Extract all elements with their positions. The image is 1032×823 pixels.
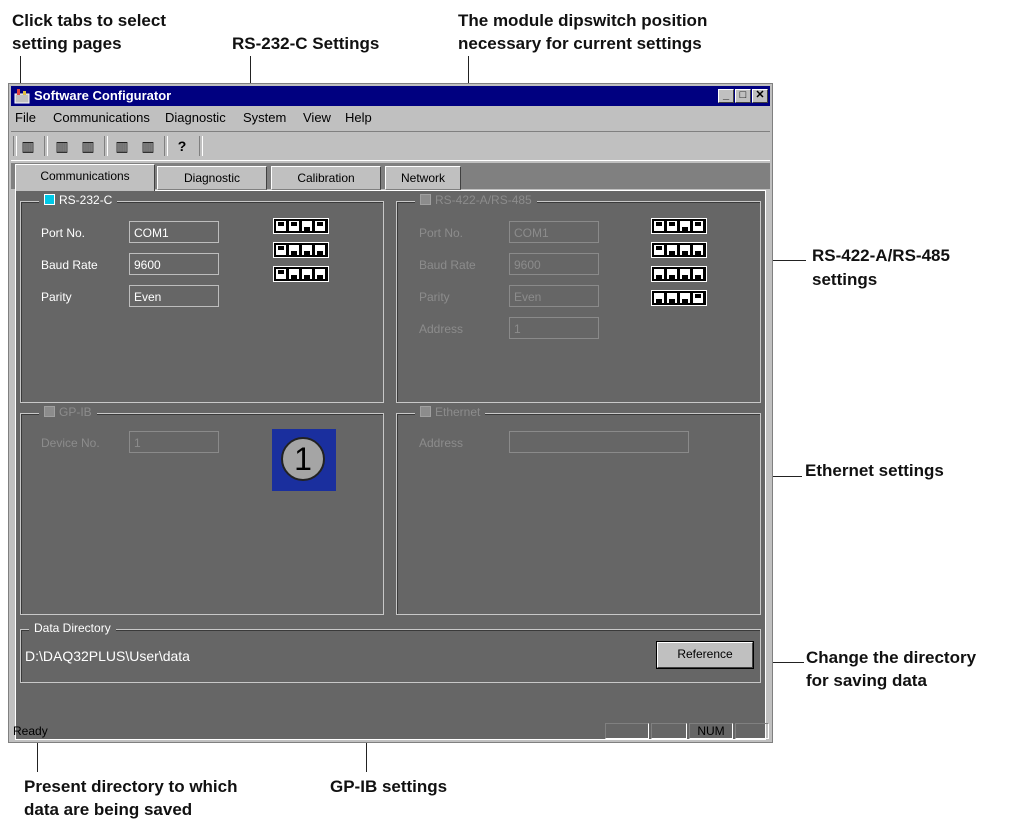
- data-directory-title: Data Directory: [29, 621, 116, 635]
- tab-communications[interactable]: Communications: [15, 164, 155, 191]
- rs422-address-label: Address: [419, 322, 464, 336]
- window-title: Software Configurator: [34, 88, 172, 103]
- rs422-dipswitch-2: [651, 242, 707, 258]
- rs232-port-label: Port No.: [41, 226, 86, 240]
- gpib-device-label: Device No.: [41, 436, 100, 450]
- toolbar-separator: [44, 136, 48, 156]
- reference-button[interactable]: Reference: [656, 641, 754, 669]
- status-text: Ready: [13, 724, 48, 738]
- download-icon[interactable]: ▥: [137, 135, 159, 157]
- factory-icon[interactable]: ▥: [17, 135, 39, 157]
- callout-dir-line2: for saving data: [806, 671, 927, 690]
- rs232-baud-field[interactable]: 9600: [129, 253, 219, 275]
- callout-dip-line1: The module dipswitch position: [458, 11, 708, 30]
- menu-bar: File Communications Diagnostic System Vi…: [11, 108, 770, 128]
- rs422-baud-label: Baud Rate: [419, 258, 476, 272]
- menu-view[interactable]: View: [303, 110, 331, 125]
- rs232-group: RS-232-C Port No. COM1 Baud Rate 9600 Pa…: [20, 193, 384, 403]
- app-icon: [14, 89, 30, 104]
- rs422-address-field[interactable]: 1: [509, 317, 599, 339]
- rs232-dipswitch-3: [273, 266, 329, 282]
- minimize-button[interactable]: _: [718, 89, 734, 103]
- factory-settings-icon[interactable]: ▥: [51, 135, 73, 157]
- gpib-address-badge: 1: [272, 429, 336, 491]
- callout-dir-line1: Change the directory: [806, 648, 977, 667]
- gpib-checkbox[interactable]: [44, 406, 55, 417]
- rs422-checkbox[interactable]: [420, 194, 431, 205]
- rs422-port-field[interactable]: COM1: [509, 221, 599, 243]
- status-pane-1: [605, 723, 649, 739]
- gpib-badge-number: 1: [281, 437, 325, 481]
- gpib-title: GP-IB: [59, 405, 92, 419]
- upload-icon[interactable]: ▥: [111, 135, 133, 157]
- menu-system[interactable]: System: [243, 110, 286, 125]
- callout-present-line1: Present directory to which: [24, 777, 238, 796]
- tab-diagnostic[interactable]: Diagnostic: [157, 166, 267, 190]
- rs232-header: RS-232-C: [39, 193, 118, 207]
- callout-present-line2: data are being saved: [24, 800, 193, 819]
- app-window: Software Configurator _ □ ✕ File Communi…: [8, 83, 773, 743]
- ethernet-checkbox[interactable]: [420, 406, 431, 417]
- rs232-checkbox[interactable]: [44, 194, 55, 205]
- status-pane-2: [651, 723, 687, 739]
- status-num-indicator: NUM: [689, 723, 733, 739]
- rs232-dipswitch-1: [273, 218, 329, 234]
- ethernet-header: Ethernet: [415, 405, 486, 419]
- rs232-parity-field[interactable]: Even: [129, 285, 219, 307]
- rs232-baud-label: Baud Rate: [41, 258, 98, 272]
- callout-ethernet: Ethernet settings: [805, 461, 944, 480]
- menu-communications[interactable]: Communications: [53, 110, 150, 125]
- data-directory-group: Data Directory D:\DAQ32PLUS\User\data Re…: [20, 621, 761, 683]
- title-bar: Software Configurator _ □ ✕: [11, 86, 770, 106]
- rs422-dipswitch-4: [651, 290, 707, 306]
- ethernet-address-field[interactable]: [509, 431, 689, 453]
- status-pane-4: [735, 723, 769, 739]
- callout-gpib: GP-IB settings: [330, 777, 448, 796]
- gpib-device-field[interactable]: 1: [129, 431, 219, 453]
- callout-dip-line2: necessary for current settings: [458, 34, 702, 53]
- factory-new-icon[interactable]: ▥: [77, 135, 99, 157]
- rs422-parity-field[interactable]: Even: [509, 285, 599, 307]
- rs422-parity-label: Parity: [419, 290, 450, 304]
- tab-calibration[interactable]: Calibration: [271, 166, 381, 190]
- rs422-dipswitch-3: [651, 266, 707, 282]
- callout-rs422-line1: RS-422-A/RS-485: [812, 246, 950, 265]
- callout-rs422-line2: settings: [812, 270, 878, 289]
- toolbar: ▥ ▥ ▥ ▥ ▥ ?: [11, 131, 770, 161]
- maximize-button[interactable]: □: [735, 89, 751, 103]
- toolbar-separator: [199, 136, 203, 156]
- close-button[interactable]: ✕: [752, 89, 768, 103]
- rs232-parity-label: Parity: [41, 290, 72, 304]
- rs232-title: RS-232-C: [59, 193, 113, 207]
- toolbar-separator: [164, 136, 168, 156]
- gpib-group: GP-IB Device No. 1 1: [20, 405, 384, 615]
- callout-tabs-line1: Click tabs to select: [12, 11, 167, 30]
- menu-help[interactable]: Help: [345, 110, 372, 125]
- ethernet-title: Ethernet: [435, 405, 481, 419]
- tab-network[interactable]: Network: [385, 166, 461, 190]
- rs232-port-field[interactable]: COM1: [129, 221, 219, 243]
- rs422-header: RS-422-A/RS-485: [415, 193, 537, 207]
- gpib-header: GP-IB: [39, 405, 97, 419]
- menu-diagnostic[interactable]: Diagnostic: [165, 110, 226, 125]
- rs422-port-label: Port No.: [419, 226, 464, 240]
- toolbar-separator: [104, 136, 108, 156]
- rs422-title: RS-422-A/RS-485: [435, 193, 532, 207]
- communications-page: RS-232-C Port No. COM1 Baud Rate 9600 Pa…: [15, 190, 766, 740]
- rs232-dipswitch-2: [273, 242, 329, 258]
- callout-tabs-line2: setting pages: [12, 34, 122, 53]
- rs422-dipswitch-1: [651, 218, 707, 234]
- rs422-group: RS-422-A/RS-485 Port No. COM1 Baud Rate …: [396, 193, 761, 403]
- menu-file[interactable]: File: [15, 110, 36, 125]
- help-icon[interactable]: ?: [171, 135, 193, 157]
- ethernet-group: Ethernet Address: [396, 405, 761, 615]
- ethernet-address-label: Address: [419, 436, 464, 450]
- rs422-baud-field[interactable]: 9600: [509, 253, 599, 275]
- callout-rs232: RS-232-C Settings: [232, 34, 380, 53]
- status-bar: Ready NUM: [11, 721, 770, 741]
- data-directory-path: D:\DAQ32PLUS\User\data: [25, 648, 190, 664]
